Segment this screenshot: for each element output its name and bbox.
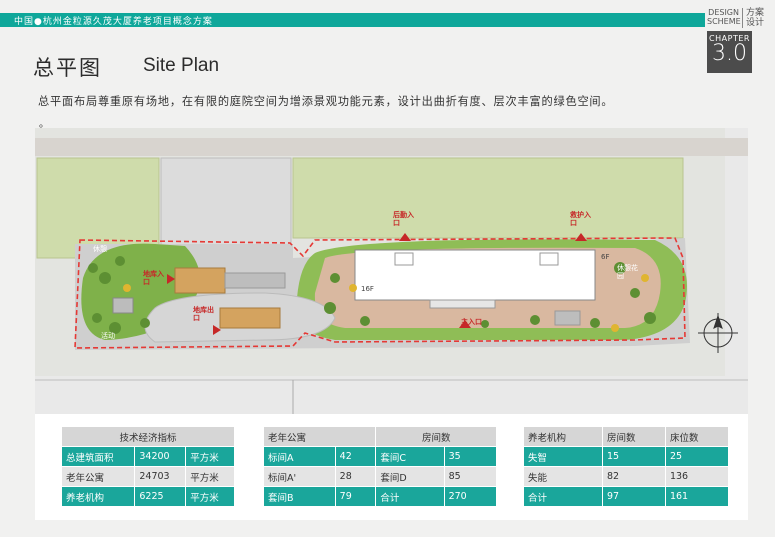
parking-grey (224, 272, 286, 289)
site-plan-map (35, 128, 748, 414)
design-scheme-label: DESIGN SCHEME 方案设计 (707, 8, 773, 30)
label-building-west: 16F (361, 285, 374, 293)
content-panel: 后勤入口 救护入口 休憩 休憩花园 地库入口 地库出口 活动 主入口 16F 6… (35, 128, 748, 520)
road-east (725, 128, 748, 378)
apartment-room-table: 老年公寓 房间数 标间A 42 套间C 35 标间A' 28 套间D 85 套间… (262, 426, 498, 507)
table-row: 标间A 42 套间C 35 (263, 446, 498, 467)
page-description: 总平面布局尊重原有场地，在有限的庭院空间为增添景观功能元素，设计出曲折有度、层次… (38, 95, 614, 108)
table3-cell: 82 (601, 466, 666, 487)
table3-cell: 15 (601, 446, 666, 467)
table3-cell: 失智 (523, 446, 603, 467)
table2-cell: 标间A (263, 446, 336, 467)
table3-cell: 合计 (523, 486, 603, 507)
label-main-entrance: 主入口 (461, 318, 482, 326)
institution-room-table: 养老机构 房间数 床位数 失智 15 25 失能 82 136 合计 97 16… (523, 426, 730, 507)
table2-cell: 35 (443, 446, 498, 467)
tech-indicator-table: 技术经济指标 总建筑面积 34200 平方米 老年公寓 24703 平方米 养老… (60, 426, 235, 507)
table2-header-left: 老年公寓 (262, 426, 377, 447)
table1-r2-value: 24703 (134, 466, 187, 487)
page-title-cn: 总平图 (33, 56, 102, 80)
table1-header: 技术经济指标 (61, 426, 235, 447)
neighbor-green-north (292, 157, 684, 239)
table3-header: 房间数 (601, 426, 666, 447)
table2-cell: 28 (334, 466, 377, 487)
chapter-number: 3.0 (712, 41, 747, 66)
north-strip (35, 138, 748, 156)
label-southwest-zone: 活动 (101, 332, 115, 340)
building-podium (429, 299, 496, 309)
table-row: 套间B 79 合计 270 (263, 486, 498, 507)
table2-cell: 套间B (263, 486, 336, 507)
table-row: 总建筑面积 34200 平方米 (60, 446, 235, 467)
design-scheme-cn: 方案设计 (746, 8, 765, 28)
table1-r3-unit: 平方米 (185, 486, 235, 507)
label-divider (742, 8, 743, 28)
utility-box (112, 297, 134, 314)
design-scheme-en: DESIGN SCHEME (707, 8, 741, 26)
table3-cell: 失能 (523, 466, 603, 487)
main-building (354, 249, 596, 301)
chapter-badge: CHAPTER 3.0 (707, 31, 752, 73)
table1-r1-unit: 平方米 (185, 446, 235, 467)
label-west-zone: 休憩 (93, 245, 107, 253)
table2-cell: 套间D (375, 466, 445, 487)
header-bar-text: 中国●杭州金粒源久茂大厦养老项目概念方案 (14, 17, 213, 27)
table2-header-right: 房间数 (375, 426, 497, 447)
label-east-zone: 休憩花园 (617, 264, 638, 280)
table2-cell: 套间C (375, 446, 445, 467)
label-north-entrance-2: 救护入口 (570, 211, 591, 227)
table1-r2-name: 老年公寓 (60, 466, 136, 487)
table1-r1-value: 34200 (134, 446, 187, 467)
table3-header: 床位数 (664, 426, 730, 447)
table1-r3-value: 6225 (134, 486, 187, 507)
page-title-en: Site Plan (143, 55, 220, 76)
neighbor-building (160, 157, 292, 259)
table1-r2-unit: 平方米 (185, 466, 235, 487)
table-row: 老年公寓 24703 平方米 (60, 466, 235, 487)
table3-cell: 97 (601, 486, 666, 507)
table2-cell: 合计 (375, 486, 445, 507)
table-row: 标间A' 28 套间D 85 (263, 466, 498, 487)
neighbor-green-west (36, 157, 160, 259)
building-core-2 (539, 252, 559, 266)
building-core-1 (394, 252, 414, 266)
table3-cell: 161 (664, 486, 730, 507)
label-parking-exit: 地库出口 (193, 306, 214, 322)
parking-grey-east (554, 310, 581, 326)
table-row: 合计 97 161 (523, 486, 730, 507)
table-row: 失能 82 136 (523, 466, 730, 487)
table2-cell: 42 (334, 446, 377, 467)
table3-cell: 25 (664, 446, 730, 467)
table2-cell: 79 (334, 486, 377, 507)
header-bar: 中国●杭州金粒源久茂大厦养老项目概念方案 (0, 13, 705, 27)
parking-canopy-1 (174, 267, 226, 294)
parking-canopy-2 (219, 307, 281, 329)
table1-r3-name: 养老机构 (60, 486, 136, 507)
label-north-entrance-1: 后勤入口 (393, 211, 414, 227)
label-parking-entry: 地库入口 (143, 270, 164, 286)
table2-cell: 270 (443, 486, 498, 507)
table2-cell: 85 (443, 466, 498, 487)
table3-cell: 136 (664, 466, 730, 487)
table1-r1-name: 总建筑面积 (60, 446, 136, 467)
table3-header: 养老机构 (523, 426, 603, 447)
label-building-east: 6F (601, 253, 610, 261)
table-row: 失智 15 25 (523, 446, 730, 467)
road-south (35, 376, 748, 414)
table-row: 养老机构 6225 平方米 (60, 486, 235, 507)
table2-cell: 标间A' (263, 466, 336, 487)
